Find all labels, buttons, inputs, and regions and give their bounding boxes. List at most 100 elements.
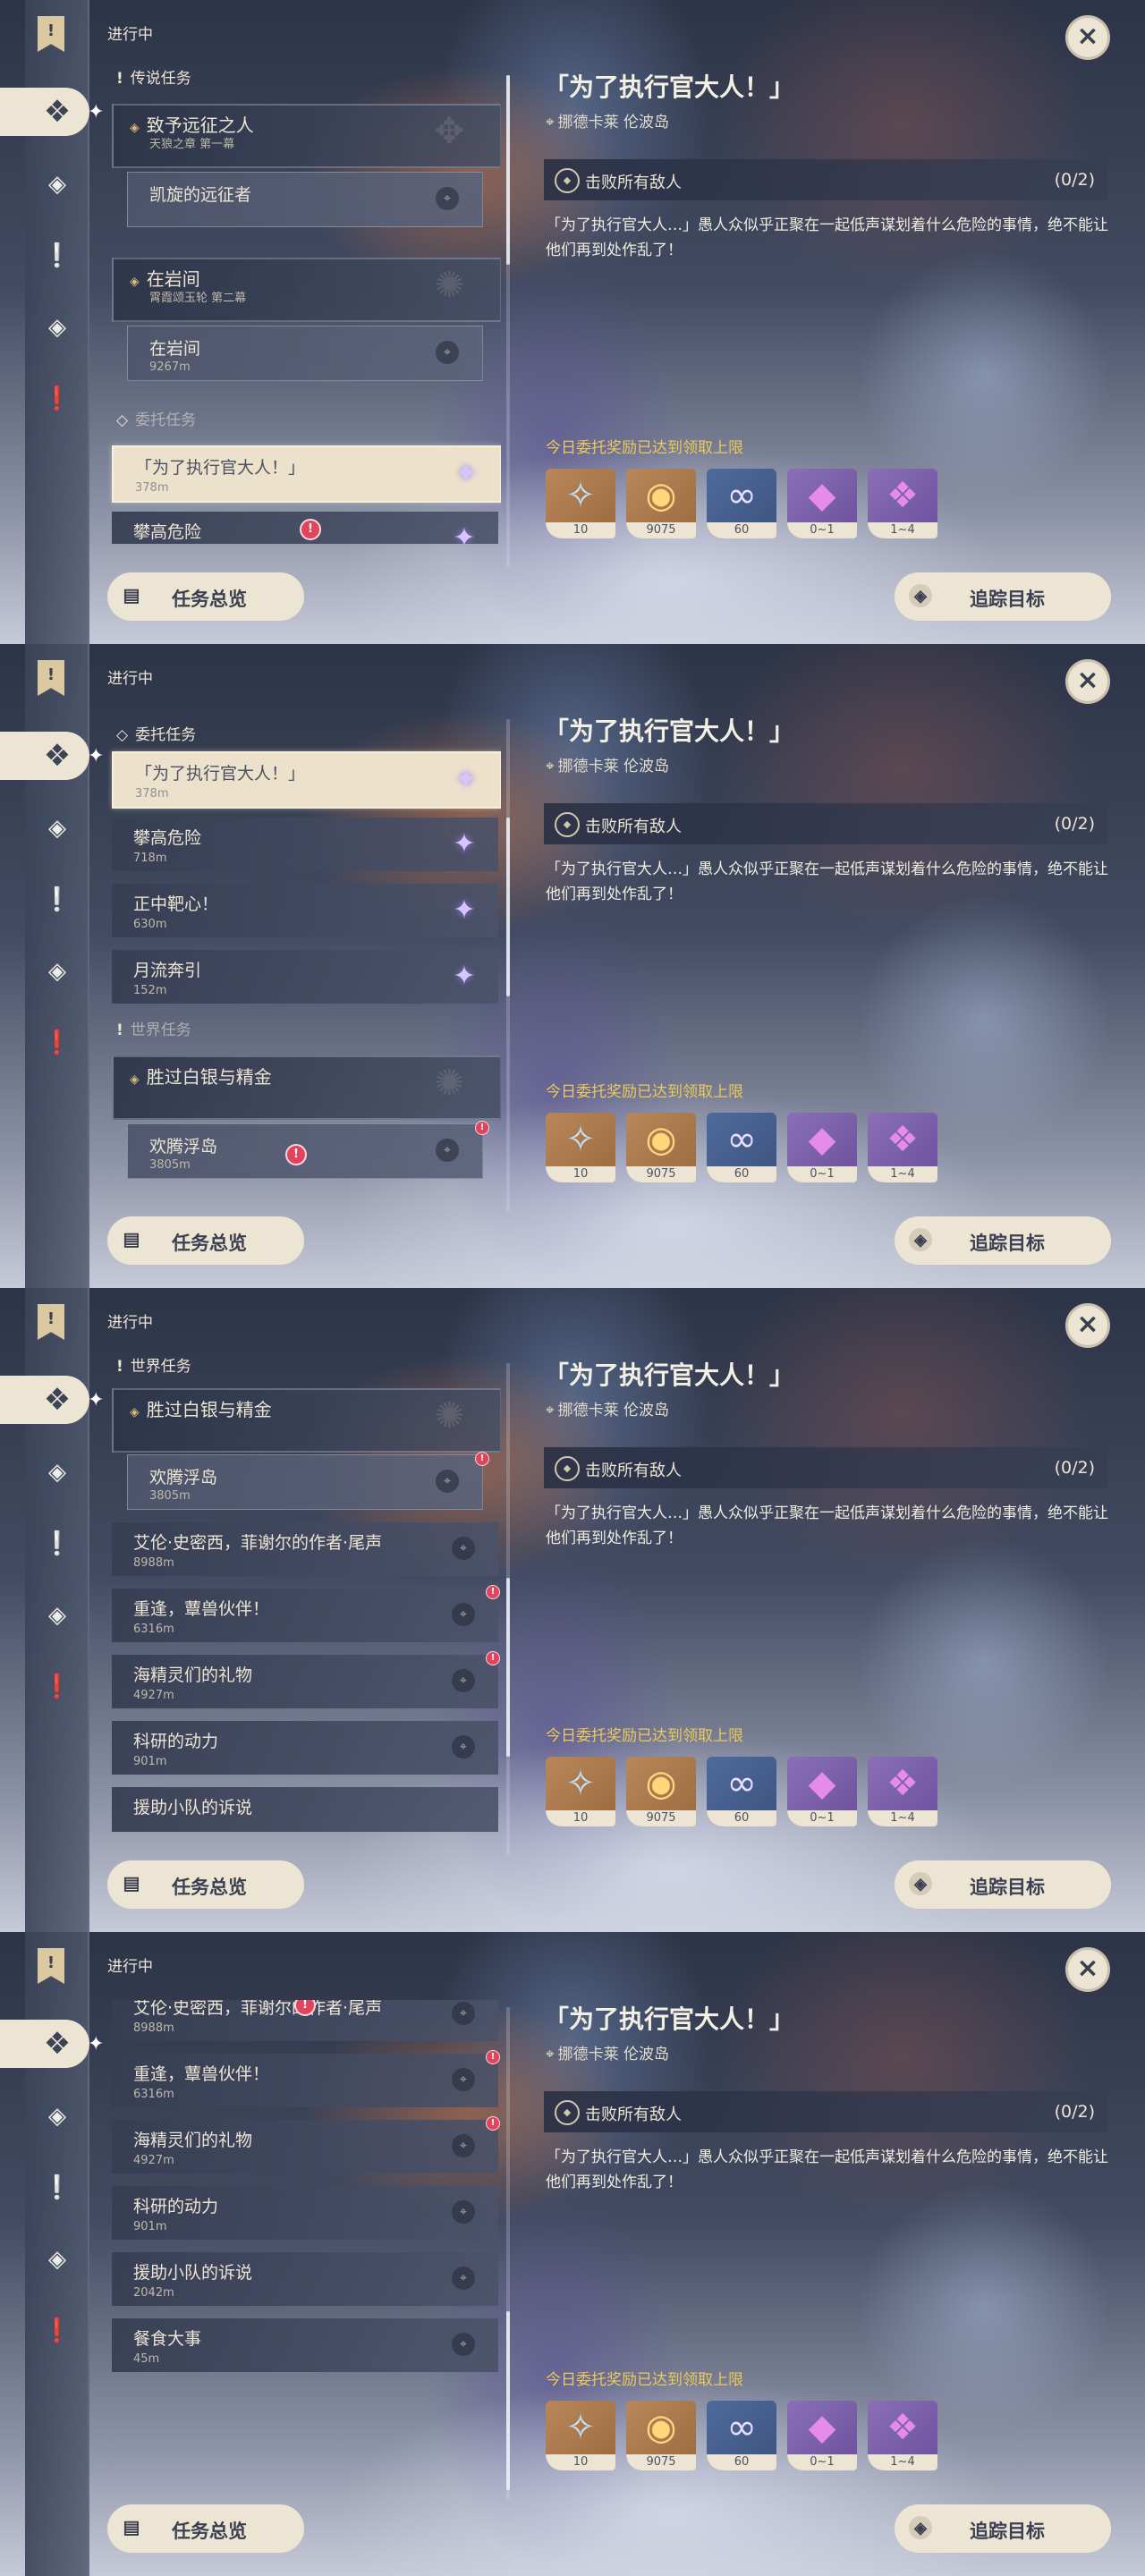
commission-item[interactable]: 攀高危险 718m ✦ — [112, 818, 498, 871]
quest-sub-item[interactable]: 欢腾浮岛 3805m ⌖ ! ! — [127, 1121, 489, 1179]
close-icon[interactable]: × — [1065, 659, 1110, 704]
location-pin-icon[interactable]: ⌖ — [436, 1470, 459, 1493]
scrollbar-thumb[interactable] — [506, 2311, 510, 2490]
world-quest-icon[interactable]: ❗ — [38, 1667, 77, 1707]
quest-sub-item[interactable]: 凯旋的远征者 ⌖ — [127, 172, 483, 227]
quest-overview-button[interactable]: ▤ 任务总览 — [107, 1860, 304, 1909]
story-quest-icon[interactable]: ❕ — [38, 2168, 77, 2207]
all-quests-icon[interactable]: ❖ — [38, 2024, 77, 2063]
commission-item[interactable]: 攀高危险 ✦ ! — [112, 512, 498, 544]
reward-crystal[interactable]: ◆ 0~1 — [787, 1757, 857, 1826]
world-quest-item[interactable]: 艾伦·史密西，菲谢尔的作者·尾声 8988m ⌖ ! — [112, 2000, 498, 2041]
scrollbar-thumb[interactable] — [506, 1578, 510, 1757]
reward-crystal-cluster[interactable]: ❖ 1~4 — [868, 1757, 937, 1826]
archon-quest-icon[interactable]: ◈ — [38, 165, 77, 204]
quest-group-legend-1[interactable]: ◈ 致予远征之人 天狼之章 第一幕 ✥ — [112, 104, 501, 168]
world-quest-item[interactable]: 重逢，蕈兽伙伴！ 6316m ⌖ ! — [112, 2050, 500, 2107]
story-quest-icon[interactable]: ❕ — [38, 880, 77, 919]
location-pin-icon[interactable]: ⌖ — [436, 1139, 459, 1162]
reward-crystal-cluster[interactable]: ❖ 1~4 — [868, 1113, 937, 1182]
location-pin-icon[interactable]: ⌖ — [452, 1669, 475, 1692]
quest-list[interactable]: ◇ 委托任务 「为了执行官大人！」 378m ✦ 攀高危险 718m ✦ 正中靶心… — [107, 712, 501, 1188]
quest-overview-button[interactable]: ▤ 任务总览 — [107, 2504, 304, 2553]
quest-list[interactable]: ! 传说任务 ◈ 致予远征之人 天狼之章 第一幕 ✥ 凯旋的远征者 ⌖ ◈ 在岩间 霄… — [107, 68, 501, 544]
reward-crystal-cluster[interactable]: ❖ 1~4 — [868, 469, 937, 538]
world-quest-item[interactable]: 艾伦·史密西，菲谢尔的作者·尾声 8988m ⌖ — [112, 1522, 498, 1576]
reward-crystal[interactable]: ◆ 0~1 — [787, 1113, 857, 1182]
commission-quest-icon[interactable]: ◈ — [38, 952, 77, 991]
reward-primogem[interactable]: ✧ 10 — [546, 1757, 615, 1826]
scrollbar-thumb[interactable] — [506, 818, 510, 996]
reward-primogem[interactable]: ✧ 10 — [546, 1113, 615, 1182]
world-quest-item[interactable]: 科研的动力 901m ⌖ — [112, 1721, 498, 1775]
quest-list[interactable]: 艾伦·史密西，菲谢尔的作者·尾声 8988m ⌖ ! 重逢，蕈兽伙伴！ 6316… — [107, 2000, 501, 2476]
track-objective-button[interactable]: ◈ 追踪目标 — [895, 1860, 1111, 1909]
reward-mora[interactable]: ◉ 9075 — [626, 1757, 696, 1826]
track-objective-button[interactable]: ◈ 追踪目标 — [895, 572, 1111, 621]
location-pin-icon[interactable]: ⌖ — [436, 341, 459, 364]
reward-primogem[interactable]: ✧ 10 — [546, 2401, 615, 2470]
reward-exp[interactable]: ∞ 60 — [707, 1757, 776, 1826]
quest-overview-button[interactable]: ▤ 任务总览 — [107, 1216, 304, 1265]
track-objective-button[interactable]: ◈ 追踪目标 — [895, 2504, 1111, 2553]
close-icon[interactable]: × — [1065, 15, 1110, 60]
commission-item[interactable]: 月流奔引 152m ✦ — [112, 950, 498, 1004]
world-quest-icon[interactable]: ❗ — [38, 379, 77, 419]
location-pin-icon[interactable]: ⌖ — [452, 2333, 475, 2356]
world-quest-icon[interactable]: ❗ — [38, 1023, 77, 1063]
quest-group-world[interactable]: ◈ 胜过白银与精金 ✺ — [112, 1388, 501, 1453]
location-pin-icon[interactable]: ⌖ — [452, 2002, 475, 2025]
quest-list-scrollbar[interactable] — [506, 719, 510, 1211]
quest-list-scrollbar[interactable] — [506, 1363, 510, 1855]
commission-item-selected[interactable]: 「为了执行官大人！」 378m ✦ — [112, 445, 501, 503]
commission-item[interactable]: 正中靶心！ 630m ✦ — [112, 884, 498, 937]
reward-mora[interactable]: ◉ 9075 — [626, 469, 696, 538]
quest-list-scrollbar[interactable] — [506, 2007, 510, 2499]
quest-group-world[interactable]: ◈ 胜过白银与精金 ✺ — [112, 1055, 501, 1120]
location-pin-icon[interactable]: ⌖ — [452, 2267, 475, 2290]
story-quest-icon[interactable]: ❕ — [38, 236, 77, 275]
reward-mora[interactable]: ◉ 9075 — [626, 1113, 696, 1182]
commission-quest-icon[interactable]: ◈ — [38, 308, 77, 347]
scrollbar-thumb[interactable] — [506, 75, 510, 265]
all-quests-icon[interactable]: ❖ — [38, 92, 77, 131]
world-quest-item[interactable]: 海精灵们的礼物 4927m ⌖ ! — [112, 2116, 500, 2174]
reward-exp[interactable]: ∞ 60 — [707, 469, 776, 538]
commission-quest-icon[interactable]: ◈ — [38, 1596, 77, 1635]
reward-primogem[interactable]: ✧ 10 — [546, 469, 615, 538]
quest-sub-item[interactable]: 欢腾浮岛 3805m ⌖ ! — [127, 1452, 489, 1510]
location-pin-icon[interactable]: ⌖ — [436, 187, 459, 210]
reward-mora[interactable]: ◉ 9075 — [626, 2401, 696, 2470]
quest-sub-item[interactable]: 在岩间 9267m ⌖ — [127, 326, 483, 381]
location-pin-icon[interactable]: ⌖ — [452, 1735, 475, 1758]
quest-overview-button[interactable]: ▤ 任务总览 — [107, 572, 304, 621]
world-quest-item[interactable]: 餐食大事 45m ⌖ — [112, 2318, 498, 2372]
location-pin-icon[interactable]: ⌖ — [452, 2134, 475, 2157]
commission-quest-icon[interactable]: ◈ — [38, 2240, 77, 2279]
archon-quest-icon[interactable]: ◈ — [38, 2097, 77, 2136]
story-quest-icon[interactable]: ❕ — [38, 1524, 77, 1563]
location-pin-icon[interactable]: ⌖ — [452, 2068, 475, 2091]
reward-exp[interactable]: ∞ 60 — [707, 2401, 776, 2470]
world-quest-item[interactable]: 科研的动力 901m ⌖ — [112, 2186, 498, 2240]
quest-list-scrollbar[interactable] — [506, 75, 510, 567]
reward-crystal-cluster[interactable]: ❖ 1~4 — [868, 2401, 937, 2470]
reward-exp[interactable]: ∞ 60 — [707, 1113, 776, 1182]
close-icon[interactable]: × — [1065, 1303, 1110, 1348]
location-pin-icon[interactable]: ⌖ — [452, 1603, 475, 1626]
all-quests-icon[interactable]: ❖ — [38, 736, 77, 775]
archon-quest-icon[interactable]: ◈ — [38, 809, 77, 848]
quest-group-legend-2[interactable]: ◈ 在岩间 霄霞颂玉轮 第二幕 ✺ — [112, 258, 501, 322]
commission-item-selected[interactable]: 「为了执行官大人！」 378m ✦ — [112, 751, 501, 809]
world-quest-icon[interactable]: ❗ — [38, 2311, 77, 2351]
track-objective-button[interactable]: ◈ 追踪目标 — [895, 1216, 1111, 1265]
reward-crystal[interactable]: ◆ 0~1 — [787, 2401, 857, 2470]
world-quest-item[interactable]: 援助小队的诉说 2042m ⌖ — [112, 2252, 498, 2306]
quest-list[interactable]: ! 世界任务 ◈ 胜过白银与精金 ✺ 欢腾浮岛 3805m ⌖ ! 艾伦·史密西，菲… — [107, 1356, 501, 1832]
location-pin-icon[interactable]: ⌖ — [452, 1537, 475, 1560]
archon-quest-icon[interactable]: ◈ — [38, 1453, 77, 1492]
location-pin-icon[interactable]: ⌖ — [452, 2200, 475, 2224]
close-icon[interactable]: × — [1065, 1947, 1110, 1992]
all-quests-icon[interactable]: ❖ — [38, 1380, 77, 1419]
world-quest-item[interactable]: 援助小队的诉说 — [112, 1787, 498, 1832]
